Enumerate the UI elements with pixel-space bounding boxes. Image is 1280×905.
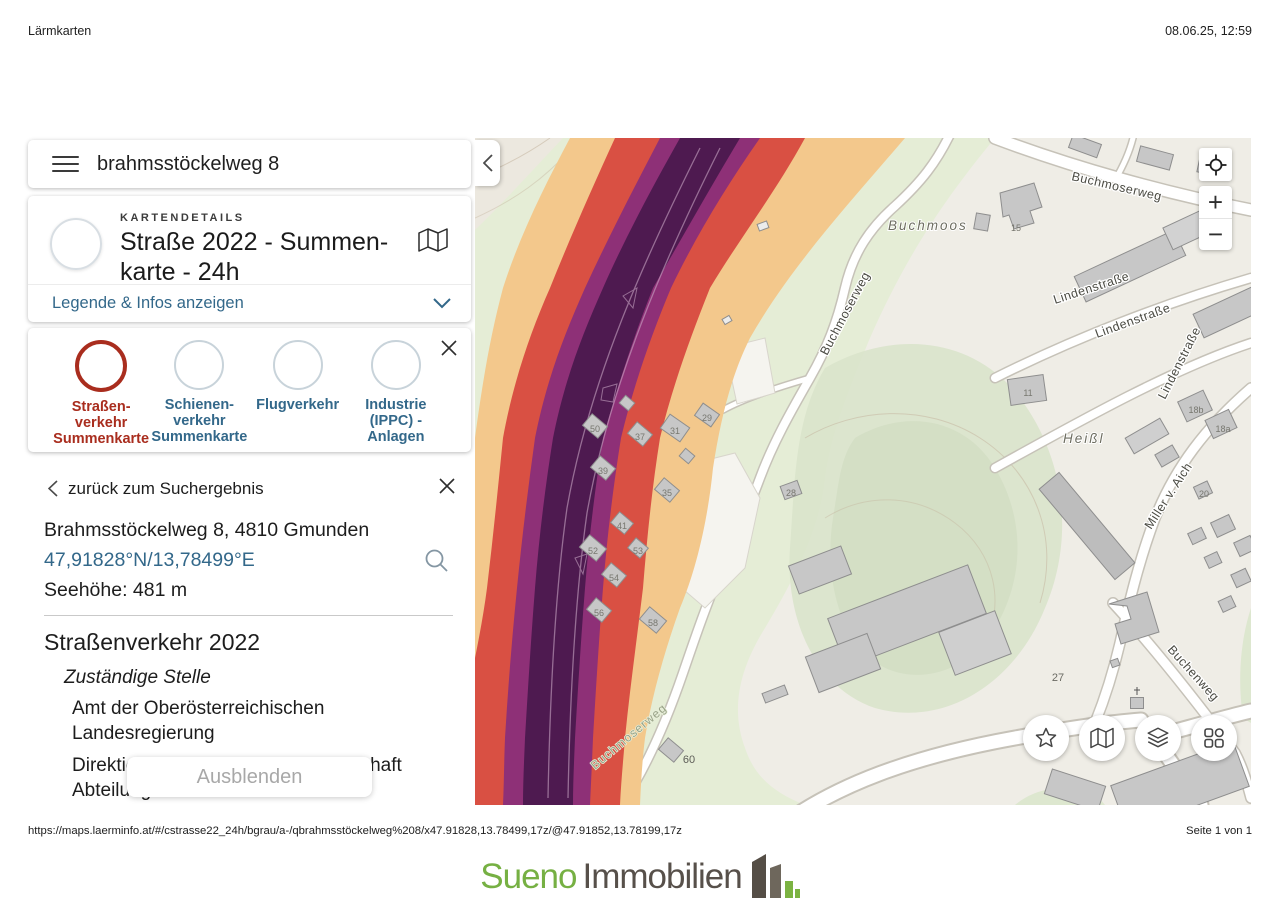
layer-radio-circle (371, 340, 421, 390)
star-icon (1034, 726, 1058, 750)
map-icon[interactable] (417, 226, 449, 287)
zoom-in-button[interactable]: + (1199, 186, 1232, 219)
legend-link-label: Legende & Infos anzeigen (52, 294, 244, 313)
layer-option-label: Schienen-verkehrSummenkarte (151, 397, 247, 445)
panel-collapse-button[interactable] (475, 140, 500, 186)
result-elevation: Seehöhe: 481 m (44, 579, 455, 602)
close-icon[interactable] (437, 336, 461, 365)
house-number: 52 (588, 546, 598, 556)
map-icon (1089, 726, 1115, 750)
legend-info-toggle[interactable]: Legende & Infos anzeigen (28, 284, 471, 322)
house-number: 31 (670, 426, 680, 436)
divider (44, 615, 453, 616)
house-number: 28 (786, 488, 796, 498)
source-url: https://maps.laerminfo.at/#/cstrasse22_2… (28, 825, 682, 837)
house-number: 41 (617, 521, 627, 531)
area-label: Buchmoos (888, 218, 968, 233)
map-container: Buchmoos Heißl Buchmoserweg Buchmoserweg… (475, 138, 1251, 805)
house-number: 56 (594, 608, 604, 618)
area-label: Heißl (1063, 431, 1105, 446)
chevron-left-icon (48, 480, 58, 497)
document-title: Lärmkarten (28, 24, 91, 38)
house-number: 18b (1188, 405, 1203, 415)
house-number: 50 (590, 424, 600, 434)
buildings-logo-icon (748, 853, 800, 899)
map-canvas[interactable]: Buchmoos Heißl Buchmoserweg Buchmoserweg… (475, 138, 1251, 805)
authority-name: Amt der Oberösterreichischen Landesregie… (72, 696, 455, 746)
apps-grid-button[interactable] (1191, 715, 1237, 761)
search-result-panel: zurück zum Suchergebnis Brahmsstöckelweg… (28, 460, 471, 803)
print-footer: https://maps.laerminfo.at/#/cstrasse22_2… (28, 825, 1252, 837)
layer-option-label: Straßen-verkehrSummenkarte (53, 399, 149, 447)
hide-button[interactable]: Ausblenden (127, 757, 372, 797)
company-logo: SuenoImmobilien (0, 853, 1280, 899)
house-number: 29 (702, 413, 712, 423)
house-number: 37 (635, 432, 645, 442)
locate-button[interactable] (1199, 148, 1232, 181)
page-count: Seite 1 von 1 (1186, 825, 1252, 837)
laerminfo-app: brahmsstöckelweg 8 KARTENDETAILS Straße … (28, 138, 1251, 805)
kartendetails-label: KARTENDETAILS (120, 212, 411, 224)
layer-selector-card: Straßen-verkehrSummenkarte Schienen-verk… (28, 328, 471, 452)
menu-icon[interactable] (52, 156, 79, 172)
result-address: Brahmsstöckelweg 8, 4810 Gmunden (44, 519, 455, 542)
search-bar: brahmsstöckelweg 8 (28, 140, 471, 188)
layer-radio-circle (273, 340, 323, 390)
zoom-out-button[interactable]: − (1199, 219, 1232, 251)
back-to-results-link[interactable]: zurück zum Suchergebnis (68, 479, 435, 499)
magnifier-icon[interactable] (424, 548, 449, 573)
result-coordinates-link[interactable]: 47,91828°N/13,78499°E (44, 549, 255, 572)
house-number: 53 (633, 546, 643, 556)
zoom-control: + − (1199, 186, 1232, 250)
house-number: 39 (598, 466, 608, 476)
house-number: 60 (683, 754, 695, 766)
chevron-down-icon (433, 298, 451, 309)
printed-page: Lärmkarten 08.06.25, 12:59 brahmsstöckel… (0, 0, 1280, 905)
house-number: 15 (1011, 223, 1021, 233)
layer-option-industrie[interactable]: Industrie(IPPC) -Anlagen (347, 340, 445, 447)
subsection-title: Zuständige Stelle (64, 667, 455, 689)
basemap-button[interactable] (1079, 715, 1125, 761)
layer-option-label: Industrie(IPPC) -Anlagen (365, 397, 426, 445)
layer-option-flugverkehr[interactable]: Flugverkehr (249, 340, 347, 447)
house-number: 11 (1023, 388, 1032, 398)
house-number: 20 (1199, 489, 1209, 499)
house-number: 18a (1215, 424, 1230, 434)
map-title: Straße 2022 - Summen- karte - 24h (120, 227, 411, 287)
close-icon[interactable] (435, 474, 459, 503)
grid-icon (1202, 726, 1226, 750)
layer-radio-circle (174, 340, 224, 390)
layer-option-label: Flugverkehr (256, 397, 339, 413)
layers-icon (1145, 725, 1171, 751)
layer-thumbnail-circle (50, 218, 102, 270)
crosshair-icon (1204, 153, 1228, 177)
section-title: Straßenverkehr 2022 (44, 629, 455, 656)
logo-text: SuenoImmobilien (480, 855, 741, 899)
favorites-button[interactable] (1023, 715, 1069, 761)
layer-option-strassenverkehr[interactable]: Straßen-verkehrSummenkarte (52, 340, 150, 447)
search-input[interactable]: brahmsstöckelweg 8 (97, 153, 279, 176)
kartendetails-card: KARTENDETAILS Straße 2022 - Summen- kart… (28, 196, 471, 322)
house-number: 54 (609, 573, 619, 583)
layer-option-schienenverkehr[interactable]: Schienen-verkehrSummenkarte (150, 340, 248, 447)
layer-radio-circle (75, 340, 127, 392)
layers-button[interactable] (1135, 715, 1181, 761)
house-number: 27 (1052, 672, 1064, 684)
house-number: 58 (648, 618, 658, 628)
print-header: Lärmkarten 08.06.25, 12:59 (28, 24, 1252, 38)
print-timestamp: 08.06.25, 12:59 (1165, 24, 1252, 38)
house-number: 35 (662, 488, 672, 498)
chevron-left-icon (483, 154, 493, 172)
